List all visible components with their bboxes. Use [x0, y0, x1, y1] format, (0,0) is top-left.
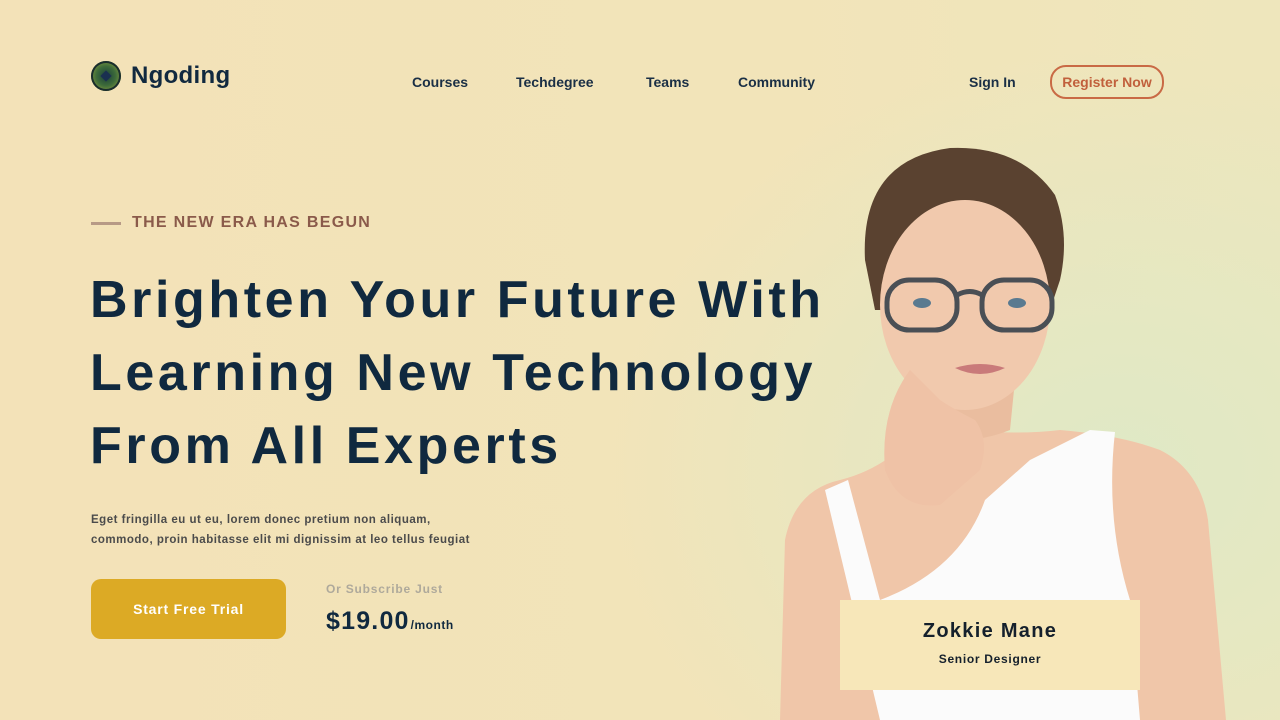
logo-icon [91, 61, 121, 91]
description-line: commodo, proin habitasse elit mi digniss… [91, 534, 470, 546]
subscribe-label: Or Subscribe Just [326, 582, 443, 596]
headline-line: From All Experts [90, 417, 562, 475]
eyebrow-text: THE NEW ERA HAS BEGUN [132, 214, 372, 231]
hero-eyebrow: THE NEW ERA HAS BEGUN [91, 214, 371, 232]
brand-name: Ngoding [131, 62, 231, 89]
left-eye [913, 298, 931, 308]
brand-logo[interactable]: Ngoding [91, 61, 230, 91]
hero-description: Eget fringilla eu ut eu, lorem donec pre… [91, 510, 511, 550]
headline-line: Brighten Your Future With [90, 271, 825, 329]
profile-name: Zokkie Mane [922, 620, 1058, 642]
price-amount: $19.00 [326, 607, 410, 635]
profile-card: Zokkie Mane Senior Designer [840, 600, 1140, 690]
price: $19.00/month [326, 607, 454, 636]
register-button[interactable]: Register Now [1050, 65, 1164, 99]
nav-item-courses[interactable]: Courses [412, 74, 468, 90]
right-eye [1008, 298, 1026, 308]
eyebrow-divider [91, 221, 121, 225]
headline-line: Learning New Technology [90, 344, 817, 402]
nav-item-techdegree[interactable]: Techdegree [516, 74, 594, 90]
hero-headline: Brighten Your Future With Learning New T… [90, 264, 825, 483]
profile-role: Senior Designer [938, 652, 1042, 666]
description-line: Eget fringilla eu ut eu, lorem donec pre… [91, 514, 431, 526]
price-period: /month [410, 618, 454, 632]
sign-in-link[interactable]: Sign In [969, 74, 1016, 90]
nav-item-teams[interactable]: Teams [646, 74, 689, 90]
start-free-trial-button[interactable]: Start Free Trial [91, 579, 286, 639]
nav-item-community[interactable]: Community [738, 74, 815, 90]
